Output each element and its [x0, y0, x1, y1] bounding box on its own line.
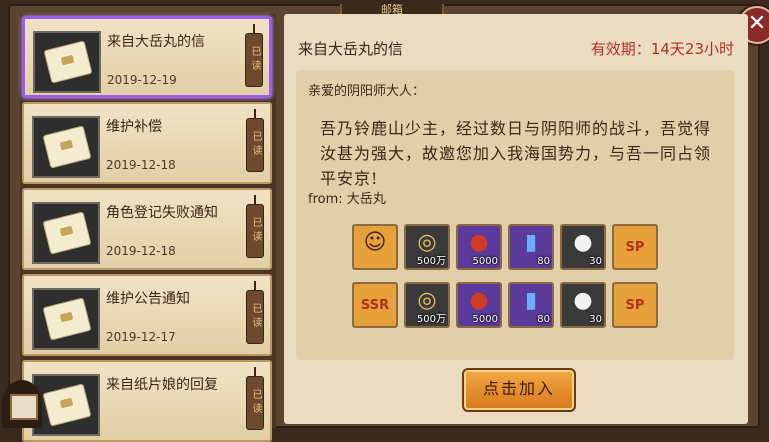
shikigami-portrait-icon[interactable]: ☺ — [352, 224, 398, 270]
greeting-text: 亲爱的阴阳师大人： — [308, 84, 426, 99]
mail-date: 2019-12-18 — [106, 158, 176, 172]
mail-list: 来自大岳丸的信 2019-12-19 已读 维护补偿 2019-12-18 已读… — [20, 14, 276, 442]
mail-item-1[interactable]: 来自大岳丸的信 2019-12-19 已读 — [22, 16, 272, 98]
mail-title: 维护公告通知 — [106, 291, 190, 307]
reward-count: 5000 — [472, 256, 498, 267]
reward-row: ☺ ◎ 500万 ● 5000 ▮ 80 ● 30 SP — [352, 224, 692, 276]
reward-glyph: ● — [469, 230, 489, 255]
black-daruma-icon[interactable]: ● 30 — [560, 282, 606, 328]
read-status-tag: 已读 — [246, 281, 264, 344]
envelope-icon — [32, 374, 100, 436]
read-status-tag: 已读 — [246, 109, 264, 172]
mail-item-4[interactable]: 维护公告通知 2019-12-17 已读 — [22, 274, 272, 356]
envelope-icon — [32, 288, 100, 350]
validity-text: 有效期：14天23小时 — [591, 38, 734, 59]
reward-grid: ☺ ◎ 500万 ● 5000 ▮ 80 ● 30 SP SSR ◎ 500万 ● 5000 ▮ 80 ● 30 SP — [352, 224, 692, 340]
reward-count: 500万 — [416, 256, 446, 267]
reward-row: SSR ◎ 500万 ● 5000 ▮ 80 ● 30 SP — [352, 282, 692, 334]
sender-name: 大岳丸 — [346, 192, 386, 207]
mail-item-5[interactable]: 来自纸片娘的回复 已读 — [22, 360, 272, 442]
black-daruma-icon[interactable]: ● 30 — [560, 224, 606, 270]
reward-glyph: SP — [625, 240, 645, 255]
mail-body-text: 吾乃铃鹿山少主，经过数日与阴阳师的战斗，吾觉得汝甚为强大，故邀您加入我海国势力，… — [320, 119, 712, 188]
gold-coin-icon[interactable]: ◎ 500万 — [404, 282, 450, 328]
join-button[interactable]: 点击加入 — [462, 368, 576, 412]
mail-date: 2019-12-19 — [107, 73, 177, 87]
reward-count: 30 — [589, 314, 602, 325]
reward-glyph: ☺ — [363, 230, 387, 255]
reward-glyph: ▮ — [524, 230, 538, 255]
validity-value: 14天23小时 — [650, 40, 734, 58]
reward-glyph: SP — [625, 298, 645, 313]
reward-glyph: ● — [573, 288, 593, 313]
reward-glyph: SSR — [360, 298, 390, 313]
gift-icon[interactable] — [2, 380, 42, 428]
mail-item-2[interactable]: 维护补偿 2019-12-18 已读 — [22, 102, 272, 184]
reward-count: 500万 — [416, 314, 446, 325]
sp-shikigami-icon[interactable]: SP — [612, 224, 658, 270]
blue-ticket-icon[interactable]: ▮ 80 — [508, 224, 554, 270]
reward-glyph: ● — [573, 230, 593, 255]
sender-line: from: 大岳丸 — [308, 188, 386, 207]
mail-title: 维护补偿 — [106, 119, 162, 135]
envelope-icon — [32, 116, 100, 178]
mail-date: 2019-12-18 — [106, 244, 176, 258]
mail-date: 2019-12-17 — [106, 330, 176, 344]
mail-title: 来自纸片娘的回复 — [106, 377, 218, 393]
blue-ticket-icon[interactable]: ▮ 80 — [508, 282, 554, 328]
read-status-tag: 已读 — [246, 367, 264, 430]
mail-title: 来自大岳丸的信 — [107, 34, 205, 50]
mail-detail-panel: 来自大岳丸的信 有效期：14天23小时 亲爱的阴阳师大人： 吾乃铃鹿山少主，经过… — [284, 14, 748, 424]
reward-count: 5000 — [472, 314, 498, 325]
envelope-icon — [32, 202, 100, 264]
read-status-tag: 已读 — [245, 24, 263, 87]
ssr-shikigami-icon[interactable]: SSR — [352, 282, 398, 328]
reward-count: 80 — [537, 314, 550, 325]
reward-count: 30 — [589, 256, 602, 267]
envelope-icon — [33, 31, 101, 93]
gold-coin-icon[interactable]: ◎ 500万 — [404, 224, 450, 270]
validity-label: 有效期： — [590, 40, 651, 58]
reward-glyph: ● — [469, 288, 489, 313]
red-daruma-icon[interactable]: ● 5000 — [456, 224, 502, 270]
red-daruma-icon[interactable]: ● 5000 — [456, 282, 502, 328]
mail-content: 亲爱的阴阳师大人： 吾乃铃鹿山少主，经过数日与阴阳师的战斗，吾觉得汝甚为强大，故… — [296, 70, 734, 360]
from-label: from: — [308, 192, 343, 207]
read-status-tag: 已读 — [246, 195, 264, 258]
sp-shikigami-icon[interactable]: SP — [612, 282, 658, 328]
close-icon: ✕ — [747, 11, 767, 36]
reward-glyph: ▮ — [524, 288, 538, 313]
mail-item-3[interactable]: 角色登记失败通知 2019-12-18 已读 — [22, 188, 272, 270]
mail-title: 角色登记失败通知 — [106, 205, 218, 221]
reward-count: 80 — [537, 256, 550, 267]
mail-detail-title: 来自大岳丸的信 — [298, 40, 404, 58]
